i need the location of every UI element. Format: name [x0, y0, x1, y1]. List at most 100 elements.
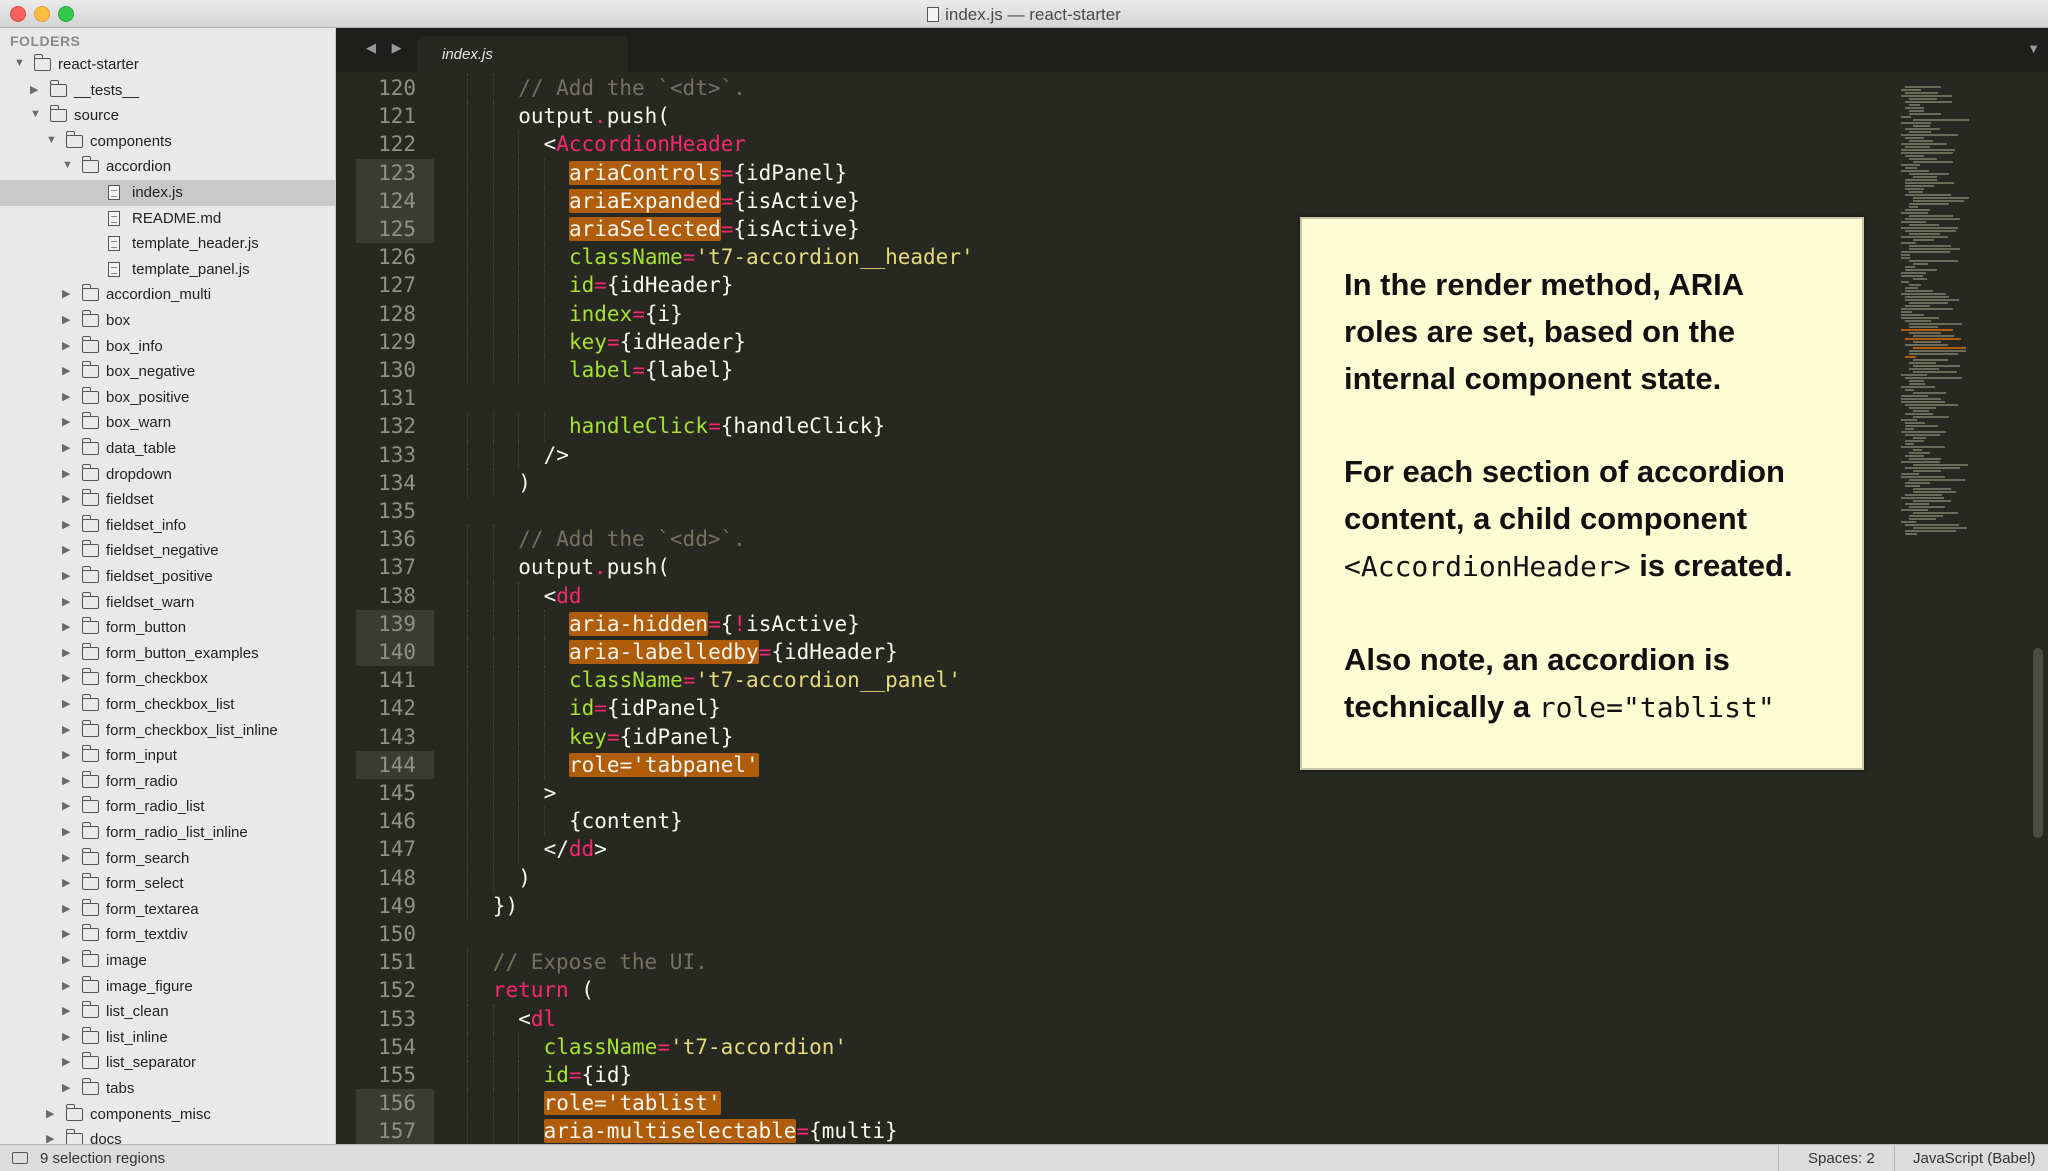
- disclosure-closed-icon[interactable]: ▶: [62, 1081, 74, 1094]
- disclosure-open-icon[interactable]: ▼: [30, 108, 42, 120]
- tree-folder[interactable]: ▶ image_figure: [0, 974, 335, 1000]
- disclosure-closed-icon[interactable]: ▶: [62, 595, 74, 608]
- disclosure-closed-icon[interactable]: ▶: [46, 1132, 58, 1144]
- tree-folder[interactable]: ▶ form_button_examples: [0, 641, 335, 667]
- tree-folder[interactable]: ▶ list_inline: [0, 1025, 335, 1051]
- code-line[interactable]: <dd: [544, 582, 582, 610]
- disclosure-closed-icon[interactable]: ▶: [62, 415, 74, 428]
- disclosure-closed-icon[interactable]: ▶: [62, 543, 74, 556]
- code-line[interactable]: output.push(: [518, 553, 670, 581]
- disclosure-closed-icon[interactable]: ▶: [62, 876, 74, 889]
- code-line[interactable]: role='tablist': [543, 1089, 721, 1117]
- code-line[interactable]: role='tabpanel': [569, 751, 759, 779]
- tree-folder[interactable]: ▶ __tests__: [0, 78, 335, 104]
- tree-folder[interactable]: ▼ react-starter: [0, 52, 335, 78]
- code-line[interactable]: className='t7-accordion__panel': [569, 666, 961, 694]
- disclosure-closed-icon[interactable]: ▶: [62, 671, 74, 684]
- tab-nav-arrows-icon[interactable]: ◀ ▶: [366, 40, 408, 56]
- disclosure-closed-icon[interactable]: ▶: [62, 799, 74, 812]
- disclosure-closed-icon[interactable]: ▶: [30, 83, 42, 96]
- tab-dropdown-icon[interactable]: ▼: [2027, 41, 2040, 56]
- tree-folder[interactable]: ▶ list_clean: [0, 999, 335, 1025]
- tree-folder[interactable]: ▼ accordion: [0, 154, 335, 180]
- indentation-setting[interactable]: Spaces: 2: [1808, 1150, 1875, 1167]
- code-line[interactable]: aria-multiselectable={multi}: [543, 1117, 898, 1145]
- code-line[interactable]: />: [544, 441, 569, 469]
- disclosure-closed-icon[interactable]: ▶: [62, 723, 74, 736]
- disclosure-closed-icon[interactable]: ▶: [62, 287, 74, 300]
- tree-folder[interactable]: ▶ form_checkbox: [0, 666, 335, 692]
- tree-folder[interactable]: ▶ box_negative: [0, 359, 335, 385]
- disclosure-closed-icon[interactable]: ▶: [46, 1107, 58, 1120]
- code-line[interactable]: return (: [493, 976, 594, 1004]
- tree-folder[interactable]: ▶ fieldset_negative: [0, 538, 335, 564]
- disclosure-closed-icon[interactable]: ▶: [62, 697, 74, 710]
- code-line[interactable]: id={idHeader}: [569, 271, 733, 299]
- disclosure-closed-icon[interactable]: ▶: [62, 748, 74, 761]
- code-line[interactable]: // Expose the UI.: [493, 948, 708, 976]
- disclosure-closed-icon[interactable]: ▶: [62, 851, 74, 864]
- disclosure-closed-icon[interactable]: ▶: [62, 1004, 74, 1017]
- code-line[interactable]: ariaExpanded={isActive}: [569, 187, 860, 215]
- disclosure-closed-icon[interactable]: ▶: [62, 927, 74, 940]
- code-line[interactable]: className='t7-accordion__header': [569, 243, 974, 271]
- code-line[interactable]: aria-hidden={!isActive}: [569, 610, 860, 638]
- disclosure-closed-icon[interactable]: ▶: [62, 313, 74, 326]
- code-line[interactable]: // Add the `<dt>`.: [518, 74, 746, 102]
- disclosure-closed-icon[interactable]: ▶: [62, 339, 74, 352]
- tree-folder[interactable]: ▶ components_misc: [0, 1102, 335, 1128]
- disclosure-open-icon[interactable]: ▼: [46, 134, 58, 146]
- minimap[interactable]: [1891, 72, 2046, 1144]
- tree-folder[interactable]: ▶ form_textdiv: [0, 922, 335, 948]
- code-line[interactable]: id={id}: [544, 1061, 633, 1089]
- tree-folder[interactable]: ▶ box_warn: [0, 410, 335, 436]
- tree-folder[interactable]: ▶ form_radio: [0, 769, 335, 795]
- code-line[interactable]: id={idPanel}: [569, 694, 721, 722]
- code-line[interactable]: className='t7-accordion': [544, 1033, 847, 1061]
- tree-folder[interactable]: ▶ tabs: [0, 1076, 335, 1102]
- code-line[interactable]: label={label}: [569, 356, 733, 384]
- tree-folder[interactable]: ▶ form_radio_list: [0, 794, 335, 820]
- code-line[interactable]: key={idHeader}: [569, 328, 746, 356]
- tree-folder[interactable]: ▶ fieldset_info: [0, 513, 335, 539]
- disclosure-closed-icon[interactable]: ▶: [62, 1055, 74, 1068]
- disclosure-closed-icon[interactable]: ▶: [62, 953, 74, 966]
- tree-file[interactable]: template_header.js: [0, 231, 335, 257]
- code-line[interactable]: <AccordionHeader: [544, 130, 746, 158]
- disclosure-open-icon[interactable]: ▼: [62, 159, 74, 171]
- code-line[interactable]: }): [493, 892, 518, 920]
- disclosure-closed-icon[interactable]: ▶: [62, 1030, 74, 1043]
- tree-folder[interactable]: ▶ fieldset_positive: [0, 564, 335, 590]
- tree-folder[interactable]: ▶ form_search: [0, 846, 335, 872]
- tree-folder[interactable]: ▶ image: [0, 948, 335, 974]
- code-line[interactable]: >: [544, 779, 557, 807]
- tree-folder[interactable]: ▶ docs: [0, 1127, 335, 1144]
- tree-folder[interactable]: ▶ list_separator: [0, 1050, 335, 1076]
- code-line[interactable]: // Add the `<dd>`.: [518, 525, 746, 553]
- tree-folder[interactable]: ▼ components: [0, 129, 335, 155]
- tree-folder[interactable]: ▶ form_checkbox_list: [0, 692, 335, 718]
- code-line[interactable]: {content}: [569, 807, 683, 835]
- tree-folder[interactable]: ▶ form_select: [0, 871, 335, 897]
- tree-file[interactable]: template_panel.js: [0, 257, 335, 283]
- code-line[interactable]: ariaSelected={isActive}: [569, 215, 860, 243]
- code-line[interactable]: key={idPanel}: [569, 723, 733, 751]
- code-line[interactable]: ): [518, 469, 531, 497]
- editor-scrollbar[interactable]: [2033, 648, 2043, 838]
- code-line[interactable]: output.push(: [518, 102, 670, 130]
- code-line[interactable]: ): [518, 864, 531, 892]
- tree-folder[interactable]: ▶ form_input: [0, 743, 335, 769]
- code-line[interactable]: aria-labelledby={idHeader}: [569, 638, 898, 666]
- code-line[interactable]: ariaControls={idPanel}: [569, 159, 847, 187]
- tree-folder[interactable]: ▶ form_radio_list_inline: [0, 820, 335, 846]
- disclosure-closed-icon[interactable]: ▶: [62, 825, 74, 838]
- code-line[interactable]: index={i}: [569, 300, 683, 328]
- disclosure-closed-icon[interactable]: ▶: [62, 390, 74, 403]
- tree-folder[interactable]: ▶ fieldset_warn: [0, 590, 335, 616]
- tree-folder[interactable]: ▶ form_button: [0, 615, 335, 641]
- disclosure-closed-icon[interactable]: ▶: [62, 902, 74, 915]
- disclosure-closed-icon[interactable]: ▶: [62, 646, 74, 659]
- tree-folder[interactable]: ▶ box: [0, 308, 335, 334]
- disclosure-closed-icon[interactable]: ▶: [62, 979, 74, 992]
- disclosure-open-icon[interactable]: ▼: [14, 57, 26, 69]
